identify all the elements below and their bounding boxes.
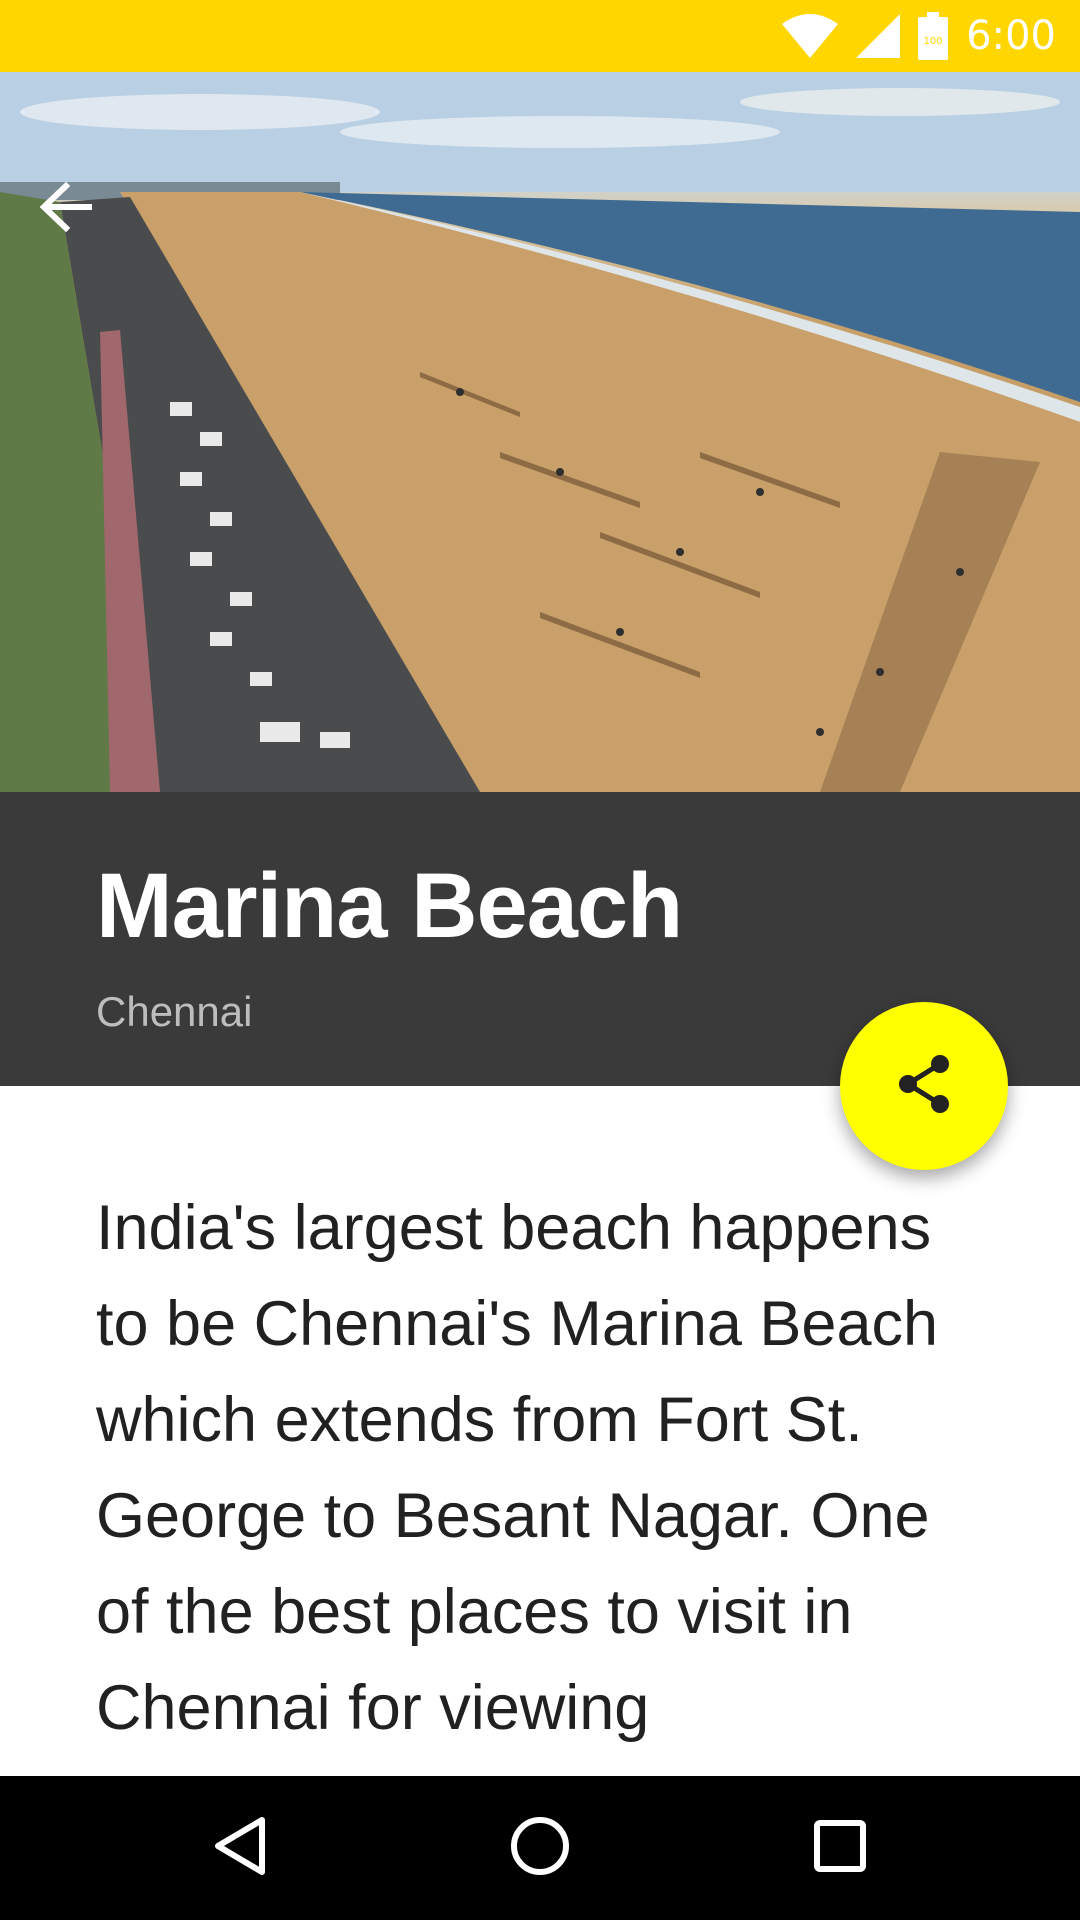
page-title: Marina Beach: [96, 855, 683, 957]
status-time: 6:00: [966, 13, 1056, 59]
back-button[interactable]: [40, 182, 130, 272]
cellular-signal-icon: [856, 14, 901, 58]
wifi-icon: [782, 14, 839, 58]
svg-text:100: 100: [924, 36, 943, 47]
share-button[interactable]: [840, 1002, 1008, 1170]
share-icon: [892, 1052, 956, 1121]
back-triangle-icon: [212, 1816, 268, 1881]
navigation-bar: [0, 1776, 1080, 1920]
battery-icon: 100: [918, 12, 949, 60]
nav-recents-button[interactable]: [768, 1776, 912, 1920]
hero-image: [0, 72, 1080, 792]
nav-home-button[interactable]: [468, 1776, 612, 1920]
nav-back-button[interactable]: [168, 1776, 312, 1920]
place-description: India's largest beach happens to be Chen…: [96, 1193, 939, 1743]
status-bar: 100 6:00: [0, 0, 1080, 72]
recents-square-icon: [813, 1819, 867, 1878]
city-label: Chennai: [96, 988, 253, 1035]
home-circle-icon: [510, 1816, 570, 1881]
